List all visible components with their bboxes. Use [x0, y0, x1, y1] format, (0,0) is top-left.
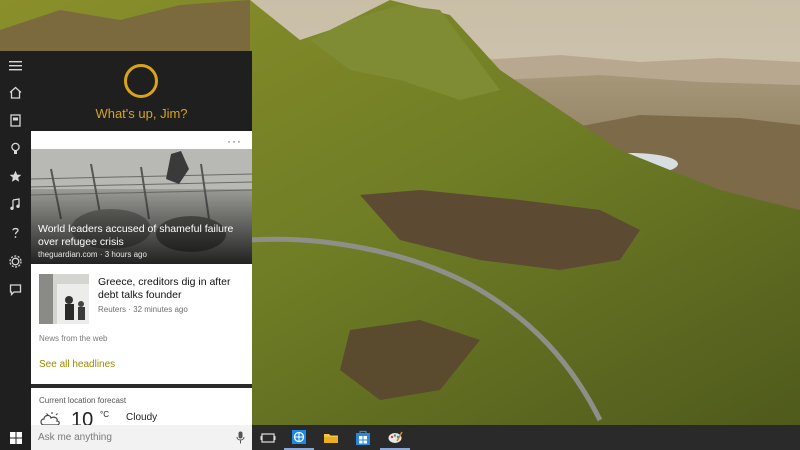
notebook-icon[interactable] [7, 112, 24, 129]
weather-condition: Cloudy [126, 412, 158, 423]
start-button[interactable] [0, 425, 31, 450]
news-source: theguardian.com · 3 hours ago [38, 250, 147, 259]
lightbulb-icon[interactable] [7, 140, 24, 157]
store-icon [356, 430, 370, 445]
search-input[interactable] [38, 430, 228, 445]
cortana-greeting: What's up, Jim? [95, 106, 188, 121]
feedback-icon[interactable] [7, 281, 24, 298]
cortana-search-box[interactable] [31, 425, 252, 450]
taskbar-paint[interactable] [380, 425, 410, 450]
taskbar-file-explorer[interactable] [316, 425, 346, 450]
taskbar-ie[interactable] [284, 425, 314, 450]
windows-logo-icon [9, 431, 22, 444]
cloudy-icon [40, 412, 60, 425]
task-view-button[interactable] [253, 425, 283, 450]
cortana-ring-icon[interactable] [124, 64, 158, 98]
news-thumbnail [39, 274, 89, 324]
news-headline: World leaders accused of shameful failur… [38, 223, 234, 248]
news-card-secondary[interactable]: Greece, creditors dig in after debt talk… [31, 268, 252, 328]
taskbar [0, 425, 800, 450]
microphone-icon[interactable] [236, 431, 245, 444]
cortana-nav-rail [0, 51, 31, 425]
taskbar-store[interactable] [348, 425, 378, 450]
cortana-header: What's up, Jim? [31, 51, 252, 131]
home-icon[interactable] [7, 84, 24, 101]
section-divider [31, 384, 252, 388]
music-icon[interactable] [7, 196, 24, 213]
see-all-headlines-link[interactable]: See all headlines [39, 359, 115, 370]
settings-icon[interactable] [7, 253, 24, 270]
temperature-unit: °C [100, 410, 109, 419]
star-icon[interactable] [7, 168, 24, 185]
file-explorer-icon [324, 433, 338, 443]
hamburger-menu-icon[interactable] [7, 57, 24, 74]
ie-icon [292, 429, 306, 444]
paint-icon [388, 431, 403, 443]
news-headline: Greece, creditors dig in after debt talk… [98, 276, 231, 301]
more-options-button[interactable]: ··· [227, 134, 242, 148]
news-footer-label: News from the web [39, 334, 108, 343]
temperature-value: 10 [71, 409, 94, 425]
cortana-panel: What's up, Jim? ··· World leaders accuse… [0, 51, 252, 425]
task-view-icon [260, 432, 276, 443]
help-icon[interactable] [7, 224, 24, 241]
cortana-feed: ··· World leaders accused of shameful fa… [31, 131, 252, 425]
news-card-featured[interactable]: World leaders accused of shameful failur… [31, 149, 252, 264]
forecast-title: Current location forecast [39, 396, 127, 405]
news-source: Reuters · 32 minutes ago [98, 305, 188, 314]
